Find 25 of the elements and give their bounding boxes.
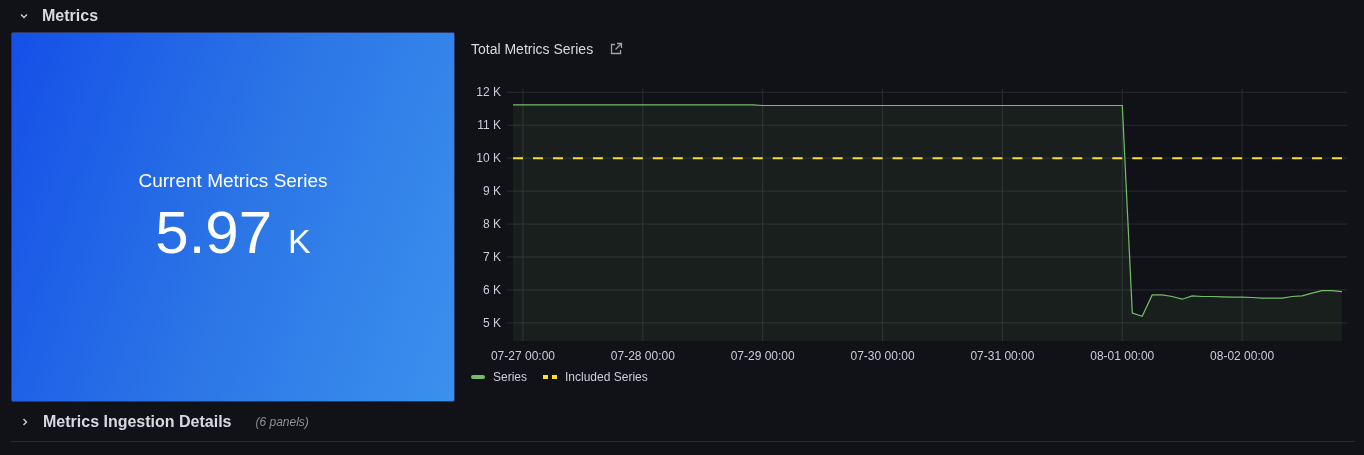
axis-label: 08-02 00:00 <box>1210 349 1275 363</box>
axis-label: 08-01 00:00 <box>1090 349 1155 363</box>
axis-label: 07-29 00:00 <box>730 349 795 363</box>
legend-label[interactable]: Series <box>493 368 527 386</box>
stat-unit: K <box>288 221 311 263</box>
external-link-icon[interactable] <box>609 42 624 56</box>
stat-value: 5.97 <box>155 203 273 264</box>
axis-label: 07-27 00:00 <box>490 349 555 363</box>
axis-label: 8 K <box>483 217 501 232</box>
axis-label: 10 K <box>476 151 501 166</box>
axis-label: 7 K <box>483 250 501 264</box>
row-title[interactable]: Metrics <box>42 4 99 28</box>
axis-label: 07-31 00:00 <box>970 349 1035 363</box>
panel-title: Total Metrics Series <box>471 39 594 59</box>
axis-label: 07-30 00:00 <box>850 349 915 363</box>
legend-label[interactable]: Included Series <box>565 368 648 386</box>
axis-label: 6 K <box>483 282 501 297</box>
panel-count: (6 panels) <box>255 413 309 431</box>
row-title[interactable]: Metrics Ingestion Details <box>43 409 232 434</box>
axis-label: 9 K <box>483 184 501 199</box>
axis-label: 12 K <box>476 85 501 100</box>
stat-title: Current Metrics Series <box>138 168 328 193</box>
axis-label: 07-28 00:00 <box>610 349 675 363</box>
axis-label: 5 K <box>483 315 501 330</box>
axis-label: 11 K <box>477 118 501 133</box>
